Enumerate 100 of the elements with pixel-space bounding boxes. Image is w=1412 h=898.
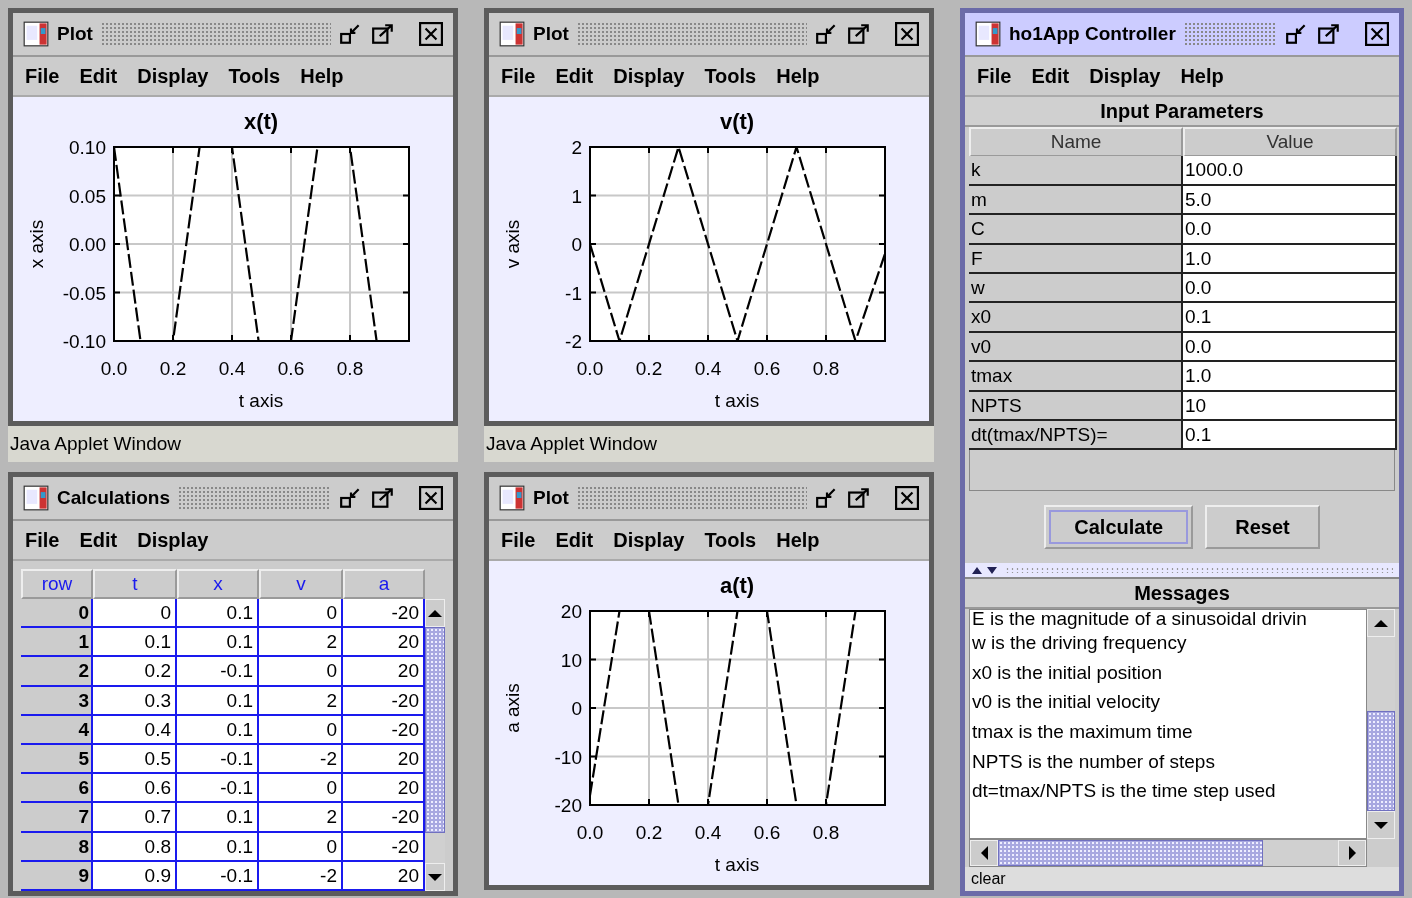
table-cell: 0: [259, 657, 343, 687]
horizontal-scrollbar[interactable]: [969, 839, 1367, 867]
menu-item[interactable]: File: [501, 64, 536, 88]
table-cell: 0.3: [93, 686, 177, 716]
menu-item[interactable]: Display: [613, 528, 685, 552]
table-cell: 0.5: [93, 745, 177, 775]
x-axis-label: t axis: [238, 390, 284, 411]
menu-item[interactable]: File: [25, 64, 60, 88]
parameter-name: F: [969, 244, 1183, 274]
close-icon[interactable]: [1365, 22, 1389, 46]
y-tick-label: 1: [571, 185, 582, 207]
row-number: 2: [21, 657, 93, 687]
y-tick-label: 20: [560, 601, 582, 622]
table-cell: 20: [343, 628, 425, 658]
parameter-value-field[interactable]: 5.0: [1183, 185, 1397, 216]
menu-item[interactable]: Help: [776, 528, 820, 552]
parameter-value-field[interactable]: 0.0: [1183, 273, 1397, 304]
y-tick-label: 0: [571, 234, 582, 255]
message-line: tmax is the maximum time: [972, 720, 1194, 745]
scroll-left-button[interactable]: [970, 840, 998, 866]
status-text: Java Applet Window: [486, 433, 658, 455]
scroll-down-button[interactable]: [1367, 811, 1395, 839]
parameter-value-field[interactable]: 0.1: [1183, 420, 1397, 451]
maximize-icon[interactable]: [847, 22, 871, 46]
menu-item[interactable]: File: [25, 528, 60, 552]
row-number: 8: [21, 832, 93, 862]
column-header[interactable]: Value: [1183, 127, 1397, 157]
parameter-value-field[interactable]: 1.0: [1183, 362, 1397, 392]
vertical-scrollbar[interactable]: [425, 599, 445, 891]
scroll-right-button[interactable]: [1338, 840, 1366, 866]
menu-item[interactable]: Display: [1089, 64, 1161, 88]
menu-item[interactable]: Display: [613, 64, 685, 88]
parameter-name: m: [969, 185, 1183, 216]
column-header[interactable]: Name: [969, 127, 1183, 157]
x-tick-label: 0.4: [694, 358, 722, 379]
menu-item[interactable]: Display: [137, 64, 209, 88]
messages-text-area[interactable]: [969, 609, 1367, 839]
close-icon[interactable]: [419, 22, 443, 46]
scroll-up-button[interactable]: [425, 599, 445, 627]
menu-item[interactable]: Edit: [79, 528, 118, 552]
column-header[interactable]: row: [21, 569, 93, 599]
menu-item[interactable]: Tools: [704, 64, 757, 88]
x-tick-label: 0.4: [694, 822, 722, 843]
table-cell: 0.8: [93, 832, 177, 862]
menu-item[interactable]: Edit: [1031, 64, 1070, 88]
status-text: Java Applet Window: [10, 433, 182, 455]
x-tick-label: 0.0: [576, 822, 604, 843]
column-header[interactable]: x: [177, 569, 259, 599]
menu-item[interactable]: Edit: [79, 64, 118, 88]
menu-item[interactable]: Help: [776, 64, 820, 88]
x-tick-label: 0.6: [753, 358, 781, 379]
menu-item[interactable]: Tools: [704, 528, 757, 552]
close-icon[interactable]: [895, 22, 919, 46]
menu-item[interactable]: Help: [1180, 64, 1224, 88]
window-title: Plot: [533, 23, 569, 45]
x-axis-label: t axis: [714, 854, 760, 875]
maximize-icon[interactable]: [847, 486, 871, 510]
table-cell: 0.1: [177, 686, 259, 716]
table-cell: 0.9: [93, 861, 177, 891]
close-icon[interactable]: [419, 486, 443, 510]
action-button[interactable]: Reset: [1205, 505, 1320, 550]
parameter-value-field[interactable]: 10: [1183, 391, 1397, 421]
scroll-thumb[interactable]: [1367, 711, 1395, 811]
x-tick-label: 0.8: [812, 822, 840, 843]
row-number: 0: [21, 599, 93, 629]
parameter-name: NPTS: [969, 391, 1183, 421]
maximize-icon[interactable]: [371, 22, 395, 46]
parameter-value-field[interactable]: 1.0: [1183, 244, 1397, 274]
table-cell: -20: [343, 599, 425, 629]
vertical-scrollbar[interactable]: [1367, 609, 1395, 839]
action-button[interactable]: Calculate: [1044, 505, 1194, 550]
menu-item[interactable]: Edit: [555, 64, 594, 88]
menu-item[interactable]: File: [977, 64, 1012, 88]
window-title: Plot: [533, 487, 569, 509]
scroll-thumb[interactable]: [998, 840, 1263, 866]
column-header[interactable]: a: [343, 569, 425, 599]
parameter-value-field[interactable]: 0.1: [1183, 303, 1397, 333]
section-title: Input Parameters: [965, 97, 1399, 127]
close-icon[interactable]: [895, 486, 919, 510]
scroll-down-button[interactable]: [425, 863, 445, 891]
table-cell: 20: [343, 774, 425, 804]
scroll-thumb[interactable]: [425, 627, 445, 833]
menu-item[interactable]: Help: [300, 64, 344, 88]
menu-item[interactable]: Display: [137, 528, 209, 552]
table-cell: 0.4: [93, 715, 177, 745]
y-tick-label: 2: [571, 137, 582, 158]
parameter-name: C: [969, 215, 1183, 245]
scroll-up-button[interactable]: [1367, 609, 1395, 638]
menu-item[interactable]: Tools: [228, 64, 281, 88]
parameter-name: tmax: [969, 362, 1183, 392]
y-tick-label: -1: [565, 282, 582, 304]
column-header[interactable]: v: [259, 569, 343, 599]
column-header[interactable]: t: [93, 569, 177, 599]
menu-item[interactable]: File: [501, 528, 536, 552]
maximize-icon[interactable]: [1317, 22, 1341, 46]
parameter-value-field[interactable]: 0.0: [1183, 332, 1397, 363]
menu-item[interactable]: Edit: [555, 528, 594, 552]
maximize-icon[interactable]: [371, 486, 395, 510]
parameter-value-field[interactable]: 1000.0: [1183, 156, 1397, 186]
parameter-value-field[interactable]: 0.0: [1183, 215, 1397, 245]
